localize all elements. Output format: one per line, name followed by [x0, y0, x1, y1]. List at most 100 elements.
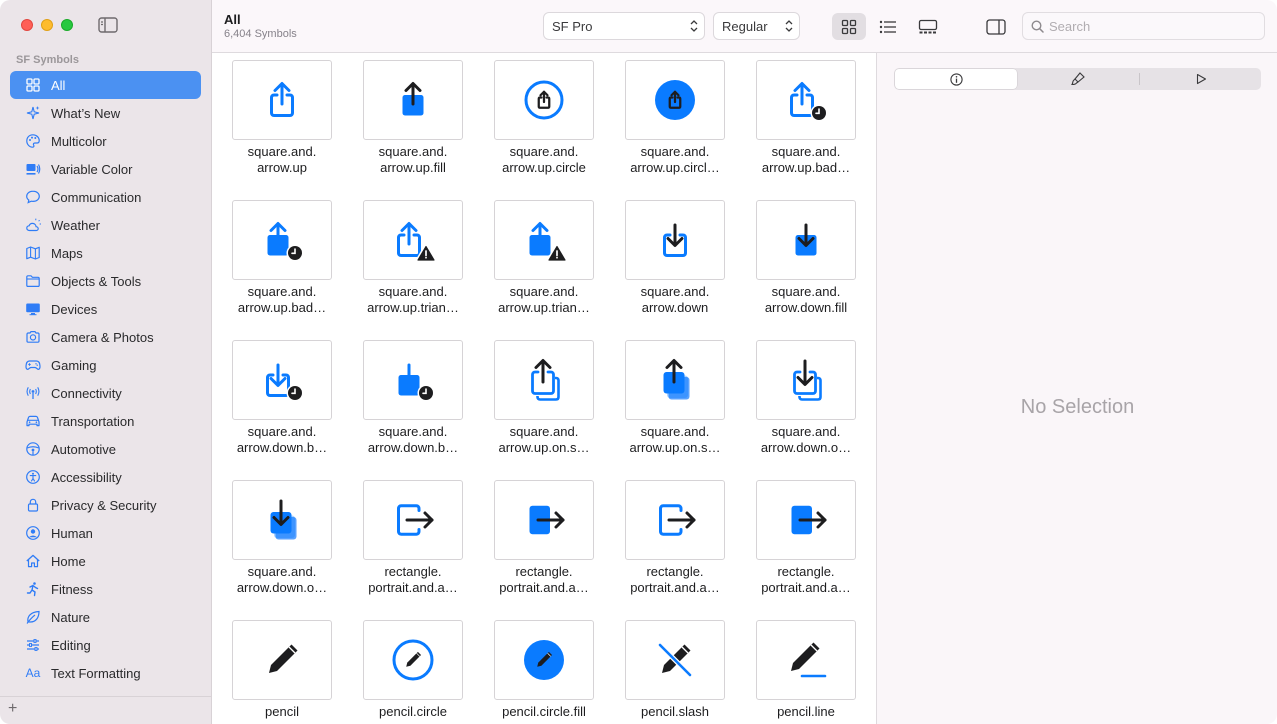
minimize-window-button[interactable]	[41, 19, 53, 31]
list-view-button[interactable]	[871, 13, 905, 40]
symbol-cell[interactable]: rectangle. portrait.and.a…	[605, 473, 736, 613]
paintpalette-icon	[24, 132, 42, 150]
sidebar-item-accessibility[interactable]: Accessibility	[10, 463, 201, 491]
symbol-cell[interactable]: square.and. arrow.down.o…	[736, 333, 867, 473]
inspector-toggle-button[interactable]	[979, 13, 1013, 40]
symbol-tile[interactable]	[756, 620, 856, 700]
grid-view-button[interactable]	[832, 13, 866, 40]
tab-rendering[interactable]	[1017, 69, 1139, 89]
symbol-tile[interactable]	[494, 60, 594, 140]
sidebar-item-variable-color[interactable]: Variable Color	[10, 155, 201, 183]
symbol-cell[interactable]: square.and. arrow.up.fill	[343, 53, 474, 193]
search-icon	[1031, 20, 1044, 33]
sidebar-item-text-formatting[interactable]: Aa Text Formatting	[10, 659, 201, 687]
symbol-cell[interactable]: square.and. arrow.down.b…	[212, 333, 343, 473]
symbol-tile[interactable]	[363, 200, 463, 280]
tab-animation[interactable]	[1140, 69, 1262, 89]
symbol-tile[interactable]	[232, 340, 332, 420]
symbol-cell[interactable]: pencil.line	[736, 613, 867, 724]
symbol-tile[interactable]	[232, 200, 332, 280]
symbol-tile[interactable]	[756, 480, 856, 560]
symbol-tile[interactable]	[363, 620, 463, 700]
symbol-cell[interactable]: rectangle. portrait.and.a…	[474, 473, 605, 613]
sidebar-item-objects-tools[interactable]: Objects & Tools	[10, 267, 201, 295]
symbol-cell[interactable]: pencil.slash	[605, 613, 736, 724]
sidebar-item-communication[interactable]: Communication	[10, 183, 201, 211]
symbol-tile[interactable]	[756, 200, 856, 280]
sidebar-item-weather[interactable]: Weather	[10, 211, 201, 239]
symbol-name: square.and. arrow.down	[605, 284, 745, 316]
symbol-cell[interactable]: square.and. arrow.up.bad…	[212, 193, 343, 333]
sidebar-item-human[interactable]: Human	[10, 519, 201, 547]
car-icon	[24, 412, 42, 430]
symbol-tile[interactable]	[494, 200, 594, 280]
symbol-tile[interactable]	[363, 340, 463, 420]
search-field[interactable]: Search	[1022, 12, 1265, 40]
symbol-cell[interactable]: rectangle. portrait.and.a…	[736, 473, 867, 613]
sidebar-item-connectivity[interactable]: Connectivity	[10, 379, 201, 407]
sidebar-item-label: Nature	[51, 609, 91, 625]
symbol-cell[interactable]: square.and. arrow.up.circle	[474, 53, 605, 193]
symbol-tile[interactable]	[625, 480, 725, 560]
page-title: All	[224, 12, 241, 27]
sidebar-item-transportation[interactable]: Transportation	[10, 407, 201, 435]
symbol-tile[interactable]	[232, 60, 332, 140]
symbol-cell[interactable]: square.and. arrow.up.trian…	[474, 193, 605, 333]
symbol-tile[interactable]	[625, 60, 725, 140]
sidebar-item-multicolor[interactable]: Multicolor	[10, 127, 201, 155]
sidebar-item-what-s-new[interactable]: What’s New	[10, 99, 201, 127]
sidebar-item-all[interactable]: All	[10, 71, 201, 99]
tab-info[interactable]	[895, 69, 1017, 89]
symbol-tile[interactable]	[756, 340, 856, 420]
symbol-cell[interactable]: square.and. arrow.up	[212, 53, 343, 193]
figure-run-icon	[24, 580, 42, 598]
symbol-cell[interactable]: square.and. arrow.down	[605, 193, 736, 333]
symbol-tile[interactable]	[494, 620, 594, 700]
symbol-cell[interactable]: square.and. arrow.down.b…	[343, 333, 474, 473]
symbol-name: square.and. arrow.up.trian…	[474, 284, 614, 316]
sidebar-item-label: What’s New	[51, 105, 121, 121]
weight-popup[interactable]: Regular	[713, 12, 800, 40]
sidebar-toggle-icon[interactable]	[98, 17, 118, 33]
sidebar-item-privacy-security[interactable]: Privacy & Security	[10, 491, 201, 519]
symbol-tile[interactable]	[494, 480, 594, 560]
sidebar-item-editing[interactable]: Editing	[10, 631, 201, 659]
symbol-tile[interactable]	[232, 480, 332, 560]
sidebar-item-devices[interactable]: Devices	[10, 295, 201, 323]
symbol-cell[interactable]: pencil.circle.fill	[474, 613, 605, 724]
symbol-tile[interactable]	[232, 620, 332, 700]
symbol-tile[interactable]	[363, 480, 463, 560]
symbol-tile[interactable]	[625, 620, 725, 700]
symbol-name: square.and. arrow.up	[212, 144, 352, 176]
symbol-cell[interactable]: pencil.circle	[343, 613, 474, 724]
symbol-cell[interactable]: square.and. arrow.up.bad…	[736, 53, 867, 193]
symbol-name-line1: square.and.	[771, 144, 841, 159]
sidebar-item-automotive[interactable]: Automotive	[10, 435, 201, 463]
sidebar-item-maps[interactable]: Maps	[10, 239, 201, 267]
gallery-view-button[interactable]	[911, 13, 945, 40]
symbol-tile[interactable]	[363, 60, 463, 140]
symbol-cell[interactable]: square.and. arrow.up.trian…	[343, 193, 474, 333]
sidebar-item-nature[interactable]: Nature	[10, 603, 201, 631]
symbol-cell[interactable]: square.and. arrow.up.on.s…	[605, 333, 736, 473]
symbol-cell[interactable]: square.and. arrow.down.o…	[212, 473, 343, 613]
symbol-tile[interactable]	[756, 60, 856, 140]
symbol-tile[interactable]	[625, 340, 725, 420]
sidebar-item-camera-photos[interactable]: Camera & Photos	[10, 323, 201, 351]
add-collection-button[interactable]: +	[8, 700, 17, 718]
symbol-tile[interactable]	[494, 340, 594, 420]
symbol-cell[interactable]: square.and. arrow.up.on.s…	[474, 333, 605, 473]
symbol-tile[interactable]	[625, 200, 725, 280]
sidebar-item-gaming[interactable]: Gaming	[10, 351, 201, 379]
sidebar-item-fitness[interactable]: Fitness	[10, 575, 201, 603]
symbol-cell[interactable]: rectangle. portrait.and.a…	[343, 473, 474, 613]
symbol-cell[interactable]: square.and. arrow.down.fill	[736, 193, 867, 333]
sidebar-footer: +	[0, 696, 211, 724]
close-window-button[interactable]	[21, 19, 33, 31]
sidebar-item-home[interactable]: Home	[10, 547, 201, 575]
symbol-name: pencil.slash	[605, 704, 745, 720]
symbol-cell[interactable]: pencil	[212, 613, 343, 724]
font-popup[interactable]: SF Pro	[543, 12, 705, 40]
zoom-window-button[interactable]	[61, 19, 73, 31]
symbol-cell[interactable]: square.and. arrow.up.circl…	[605, 53, 736, 193]
